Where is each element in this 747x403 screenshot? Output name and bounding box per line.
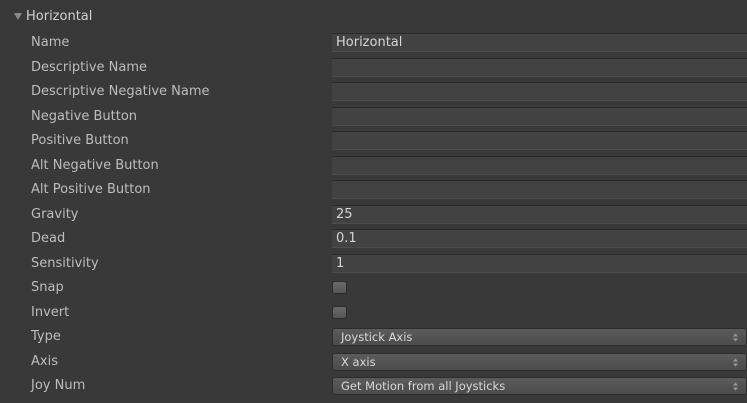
descriptive-negative-name-row: Descriptive Negative Name [0,80,747,105]
gravity-label: Gravity [31,206,79,222]
axis-label: Axis [31,353,58,369]
gravity-field[interactable]: 25 [332,204,747,224]
negative-button-label: Negative Button [31,108,138,124]
axis-properties: Name Horizontal Descriptive Name Descrip… [0,31,747,399]
descriptive-negative-name-label: Descriptive Negative Name [31,84,210,99]
joy-num-dropdown[interactable]: Get Motion from all Joysticks [332,377,747,395]
type-label: Type [31,329,61,344]
sensitivity-row: Sensitivity 1 [0,252,747,277]
up-down-arrows-icon [733,333,738,342]
alt-negative-button-row: Alt Negative Button [0,154,747,179]
axis-dropdown[interactable]: X axis [332,352,747,371]
descriptive-negative-name-field[interactable] [332,82,747,101]
descriptive-name-field[interactable] [332,57,747,77]
axis-row: Axis X axis [0,350,747,375]
positive-button-label: Positive Button [31,133,129,148]
alt-positive-button-row: Alt Positive Button [0,178,747,203]
alt-negative-button-field[interactable] [332,155,747,175]
name-row: Name Horizontal [0,31,747,56]
up-down-arrows-icon [733,382,738,391]
type-row: Type Joystick Axis [0,325,747,350]
snap-checkbox[interactable] [332,281,347,294]
up-down-arrows-icon [733,358,738,367]
axis-dropdown-value: X axis [341,354,376,369]
descriptive-name-label: Descriptive Name [31,59,148,75]
negative-button-row: Negative Button [0,105,747,130]
dead-row: Dead 0.1 [0,227,747,252]
gravity-row: Gravity 25 [0,203,747,228]
alt-negative-button-label: Alt Negative Button [31,157,159,173]
invert-row: Invert [0,301,747,326]
axis-title: Horizontal [26,8,93,24]
triangle-down-icon[interactable] [13,12,23,20]
joy-num-row: Joy Num Get Motion from all Joysticks [0,374,747,399]
positive-button-field[interactable] [332,131,747,150]
type-dropdown[interactable]: Joystick Axis [332,328,747,346]
snap-row: Snap [0,276,747,301]
negative-button-field[interactable] [332,106,747,126]
name-label: Name [31,35,70,50]
invert-checkbox[interactable] [332,305,347,319]
dead-label: Dead [31,231,66,246]
joy-num-label: Joy Num [31,378,86,393]
sensitivity-label: Sensitivity [31,255,99,271]
alt-positive-button-label: Alt Positive Button [31,182,151,197]
sensitivity-field[interactable]: 1 [332,253,747,273]
type-dropdown-value: Joystick Axis [341,330,413,344]
positive-button-row: Positive Button [0,129,747,154]
invert-label: Invert [31,304,70,320]
name-field[interactable]: Horizontal [332,33,747,52]
joy-num-dropdown-value: Get Motion from all Joysticks [341,379,506,393]
dead-field[interactable]: 0.1 [332,229,747,248]
input-axis-inspector: Horizontal Name Horizontal Descriptive N… [0,0,747,403]
axis-foldout-header[interactable]: Horizontal [0,6,92,26]
snap-label: Snap [31,280,64,295]
alt-positive-button-field[interactable] [332,180,747,199]
descriptive-name-row: Descriptive Name [0,56,747,81]
